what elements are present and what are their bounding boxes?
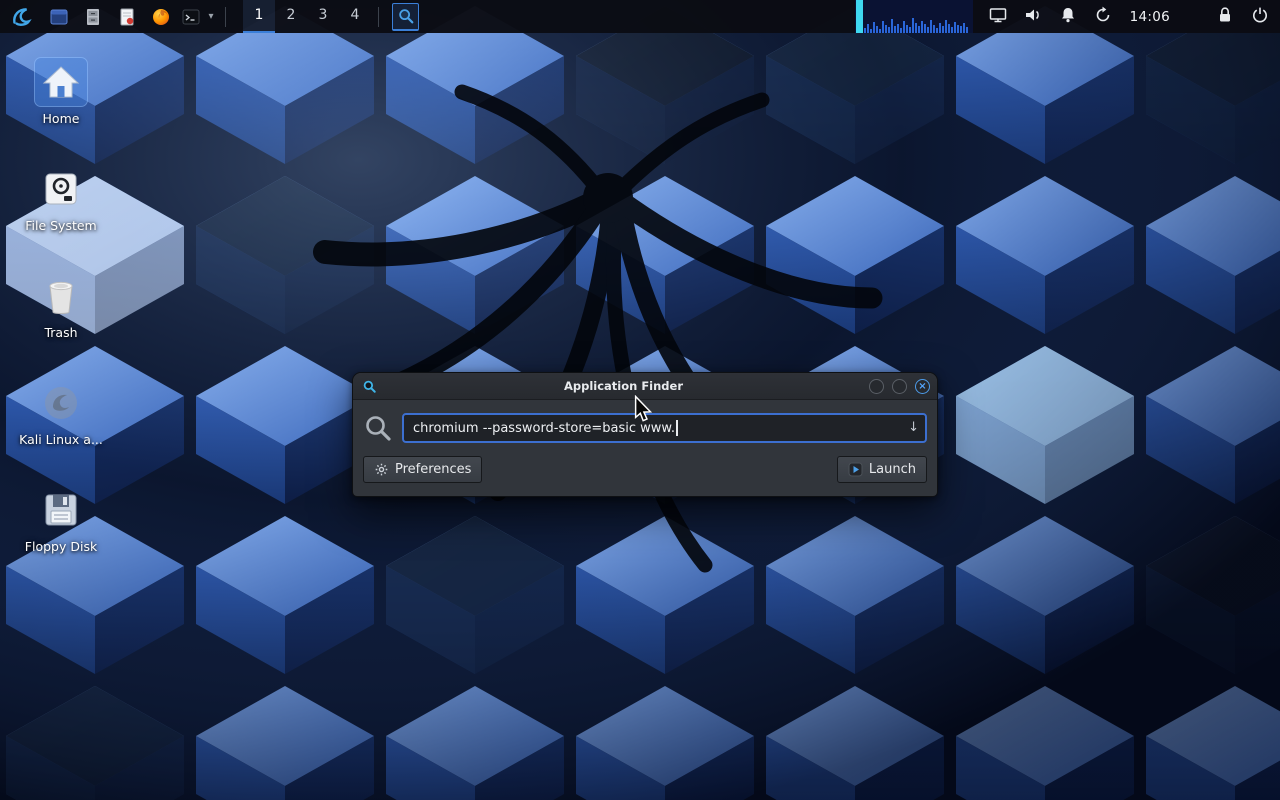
- maximize-button[interactable]: [892, 378, 907, 394]
- minimize-button[interactable]: [869, 378, 884, 394]
- home-icon: [34, 57, 88, 107]
- desktop-icon-label: File System: [25, 218, 97, 233]
- command-input[interactable]: chromium --password-store=basic www. ↓: [402, 413, 927, 443]
- preferences-label: Preferences: [395, 462, 472, 477]
- window-title: Application Finder: [563, 379, 684, 393]
- notifications-bell-icon[interactable]: [1058, 5, 1078, 29]
- panel-separator: [378, 6, 379, 27]
- trash-icon: [35, 272, 87, 320]
- kali-docs-icon: [35, 379, 87, 427]
- kali-menu-icon[interactable]: [0, 0, 42, 33]
- workspace-switcher: 1 2 3 4: [243, 0, 371, 33]
- top-panel: ▾ 1 2 3 4 14:06: [0, 0, 1280, 33]
- show-desktop-icon[interactable]: [42, 0, 76, 33]
- window-buttons: ×: [869, 378, 930, 394]
- titlebar[interactable]: Application Finder ×: [353, 373, 937, 400]
- firefox-icon[interactable]: [144, 0, 178, 33]
- clock[interactable]: 14:06: [1130, 9, 1170, 25]
- desktop-icon-trash[interactable]: Trash: [6, 272, 116, 340]
- launch-button[interactable]: Launch: [836, 456, 927, 483]
- terminal-icon[interactable]: [178, 0, 204, 33]
- close-button[interactable]: ×: [915, 378, 930, 394]
- lock-icon[interactable]: [1215, 5, 1235, 29]
- gear-icon: [375, 463, 388, 476]
- file-system-icon: [35, 165, 87, 213]
- application-finder-window: Application Finder × chromium --password…: [352, 372, 938, 497]
- desktop-icon-home[interactable]: Home: [6, 57, 116, 126]
- panel-separator: [225, 6, 226, 27]
- preferences-button[interactable]: Preferences: [363, 456, 483, 483]
- desktop-icon-label: Trash: [44, 325, 78, 340]
- desktop-icon-label: Kali Linux a...: [19, 432, 103, 447]
- workspace-button-1[interactable]: 1: [243, 0, 275, 33]
- workspace-button-4[interactable]: 4: [339, 0, 371, 33]
- appfinder-window-icon: [360, 379, 378, 394]
- desktop-icon-kali-docs[interactable]: Kali Linux a...: [6, 379, 116, 447]
- desktop-icon-file-system[interactable]: File System: [6, 165, 116, 233]
- appfinder-panel-button[interactable]: [392, 2, 419, 31]
- desktop-root: ▾ 1 2 3 4 14:06 Home File System Trash K…: [0, 0, 1280, 800]
- desktop-icon-label: Home: [42, 111, 80, 126]
- panel-status-area: 14:06: [854, 0, 1280, 33]
- floppy-disk-icon: [35, 486, 87, 534]
- search-icon: [366, 416, 391, 441]
- launch-icon: [848, 462, 863, 477]
- history-dropdown-icon[interactable]: ↓: [908, 420, 919, 435]
- workspace-button-2[interactable]: 2: [275, 0, 307, 33]
- text-editor-icon[interactable]: [110, 0, 144, 33]
- desktop-icon-floppy[interactable]: Floppy Disk: [6, 486, 116, 554]
- finder-body: chromium --password-store=basic www. ↓ P…: [353, 400, 937, 496]
- cpu-graph[interactable]: [854, 0, 973, 33]
- launch-label: Launch: [868, 462, 916, 477]
- chevron-down-icon[interactable]: ▾: [204, 0, 218, 33]
- desktop-icon-label: Floppy Disk: [24, 539, 98, 554]
- display-icon[interactable]: [988, 5, 1008, 29]
- volume-icon[interactable]: [1023, 5, 1043, 29]
- workspace-button-3[interactable]: 3: [307, 0, 339, 33]
- logout-power-icon[interactable]: [1250, 5, 1270, 29]
- text-caret: [676, 420, 678, 436]
- search-icon: [398, 9, 413, 24]
- updates-icon[interactable]: [1093, 5, 1113, 29]
- command-input-text: chromium --password-store=basic www.: [413, 420, 675, 436]
- file-manager-icon[interactable]: [76, 0, 110, 33]
